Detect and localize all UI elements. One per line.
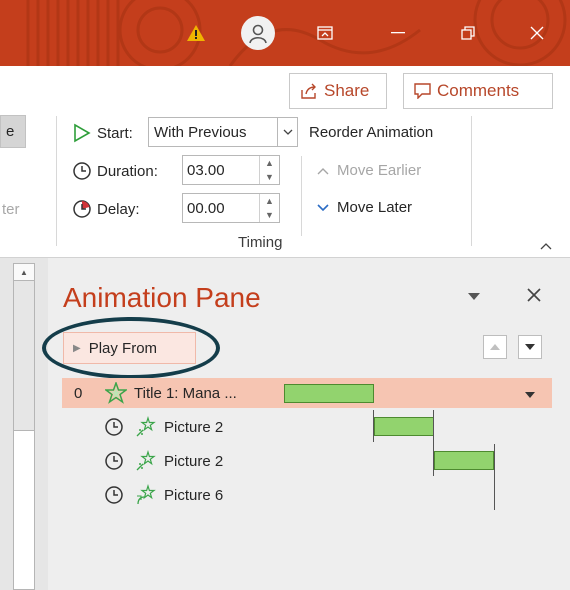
ribbon: Share Comments e ter Start: With Previou… — [0, 66, 570, 258]
close-icon — [530, 26, 544, 40]
clock-icon — [73, 162, 91, 180]
group-separator — [301, 156, 302, 236]
scroll-up-arrow-icon[interactable]: ▲ — [13, 263, 35, 281]
entrance-star-icon — [134, 450, 158, 472]
chevron-up-icon — [317, 167, 329, 174]
spin-up-icon[interactable]: ▲ — [265, 196, 274, 206]
pane-options-button[interactable] — [468, 290, 480, 304]
timing-group-label: Timing — [238, 234, 283, 251]
comments-button[interactable]: Comments — [403, 73, 553, 109]
comment-icon — [414, 83, 431, 99]
start-label: Start: — [72, 123, 133, 143]
spin-up-icon[interactable]: ▲ — [265, 158, 274, 168]
caret-down-icon — [525, 344, 535, 350]
duration-label: Duration: — [72, 161, 158, 181]
pane-close-button[interactable] — [527, 285, 541, 308]
caret-up-icon — [490, 344, 500, 350]
move-down-button[interactable] — [518, 335, 542, 359]
animation-order-number: 0 — [74, 384, 83, 402]
pane-title: Animation Pane — [63, 282, 261, 313]
animation-list-item[interactable]: Picture 6 — [62, 480, 552, 510]
entrance-star-icon — [134, 484, 158, 506]
delay-value[interactable]: 00.00 — [183, 200, 259, 217]
timeline-bar[interactable] — [374, 417, 434, 436]
duration-spinner[interactable]: 03.00 ▲ ▼ — [182, 155, 280, 185]
close-icon — [527, 288, 541, 302]
ribbon-display-icon — [317, 26, 333, 40]
title-bar — [0, 0, 570, 66]
highlight-ring — [42, 317, 220, 379]
animation-list-item[interactable]: Picture 2 — [62, 412, 552, 442]
restore-button[interactable] — [443, 0, 493, 66]
item-dropdown-button[interactable] — [525, 390, 535, 400]
spin-down-icon[interactable]: ▼ — [265, 172, 274, 182]
group-separator — [56, 116, 57, 246]
timeline-marker — [433, 410, 434, 476]
entrance-star-icon — [134, 416, 158, 438]
delay-label: Delay: — [72, 199, 140, 219]
chevron-down-icon[interactable] — [277, 118, 297, 146]
chevron-down-icon — [317, 203, 329, 211]
reorder-animation-label: Reorder Animation — [309, 124, 434, 141]
chevron-up-icon — [540, 243, 552, 250]
collapse-ribbon-button[interactable] — [540, 238, 552, 253]
minimize-icon — [391, 32, 405, 34]
delay-spinner[interactable]: 00.00 ▲ ▼ — [182, 193, 280, 223]
timeline-bar[interactable] — [284, 384, 374, 403]
timeline-marker — [494, 444, 495, 510]
restore-icon — [461, 26, 475, 40]
clock-icon — [100, 417, 128, 437]
timeline-marker — [373, 410, 374, 442]
scrollbar-thumb[interactable] — [13, 430, 35, 590]
animation-item-label: Picture 6 — [164, 486, 224, 504]
group-separator — [471, 116, 472, 246]
clock-icon — [100, 451, 128, 471]
spin-down-icon[interactable]: ▼ — [265, 210, 274, 220]
spin-arrows[interactable]: ▲ ▼ — [259, 194, 279, 222]
start-value: With Previous — [154, 123, 247, 141]
start-dropdown[interactable]: With Previous — [148, 117, 298, 147]
animation-item-label: Picture 2 — [164, 418, 224, 436]
move-later-button[interactable]: Move Later — [317, 199, 412, 216]
warning-icon[interactable] — [179, 0, 213, 66]
partial-disabled-command: ter — [2, 201, 20, 218]
duration-value[interactable]: 03.00 — [183, 162, 259, 179]
partial-ribbon-button[interactable]: e — [0, 115, 26, 148]
minimize-button[interactable] — [373, 0, 423, 66]
clock-icon — [100, 485, 128, 505]
share-icon — [301, 83, 316, 99]
share-label: Share — [324, 81, 370, 100]
ribbon-display-options-button[interactable] — [300, 0, 350, 66]
caret-down-icon — [468, 293, 480, 300]
close-button[interactable] — [511, 0, 563, 66]
animation-item-label: Picture 2 — [164, 452, 224, 470]
animation-item-label: Title 1: Mana ... — [134, 384, 237, 402]
comments-label: Comments — [437, 81, 520, 100]
play-start-icon — [74, 123, 91, 143]
move-up-button[interactable] — [483, 335, 507, 359]
share-button[interactable]: Share — [289, 73, 387, 109]
entrance-star-icon — [104, 382, 128, 404]
timeline-bar[interactable] — [434, 451, 494, 470]
account-icon — [241, 16, 275, 50]
account-button[interactable] — [236, 0, 280, 66]
delay-clock-icon — [73, 200, 91, 218]
spin-arrows[interactable]: ▲ ▼ — [259, 156, 279, 184]
caret-down-icon — [525, 392, 535, 398]
move-earlier-button[interactable]: Move Earlier — [317, 162, 421, 179]
